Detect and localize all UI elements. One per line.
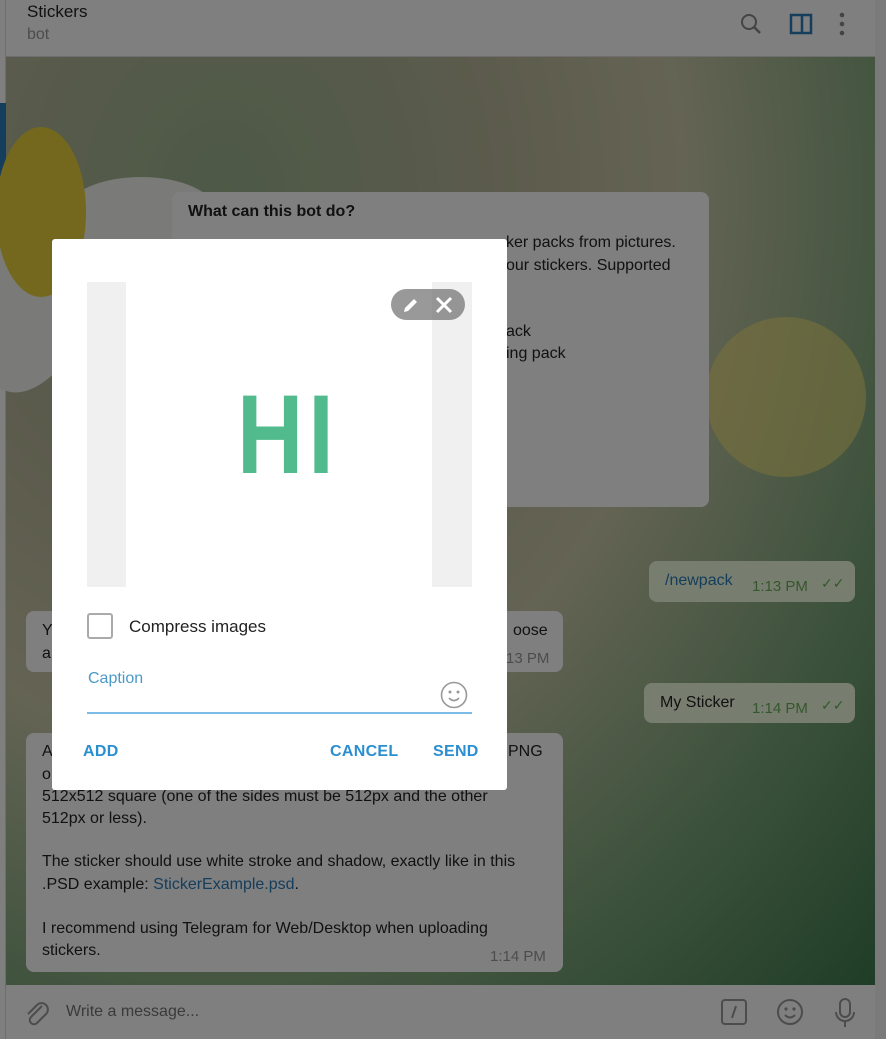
edit-pencil-icon[interactable] <box>401 295 421 315</box>
image-preview: HI <box>87 282 472 587</box>
preview-padding <box>87 282 126 587</box>
caption-underline <box>87 712 472 714</box>
caption-label: Caption <box>88 670 144 687</box>
preview-padding <box>432 282 472 587</box>
compress-images-label[interactable]: Compress images <box>129 617 266 637</box>
caption-input[interactable] <box>87 687 432 713</box>
sticker-text: HI <box>237 372 339 497</box>
image-actions-pill <box>391 289 465 320</box>
cancel-button[interactable]: CANCEL <box>330 743 398 761</box>
add-button[interactable]: ADD <box>83 743 119 761</box>
compress-images-checkbox[interactable] <box>87 613 113 639</box>
emoji-icon[interactable] <box>440 681 468 709</box>
send-photo-dialog: HI Compress images Caption ADD CANCEL SE… <box>52 239 507 790</box>
close-icon[interactable] <box>434 295 454 315</box>
send-button[interactable]: SEND <box>433 743 479 761</box>
sticker-image: HI <box>237 379 339 491</box>
